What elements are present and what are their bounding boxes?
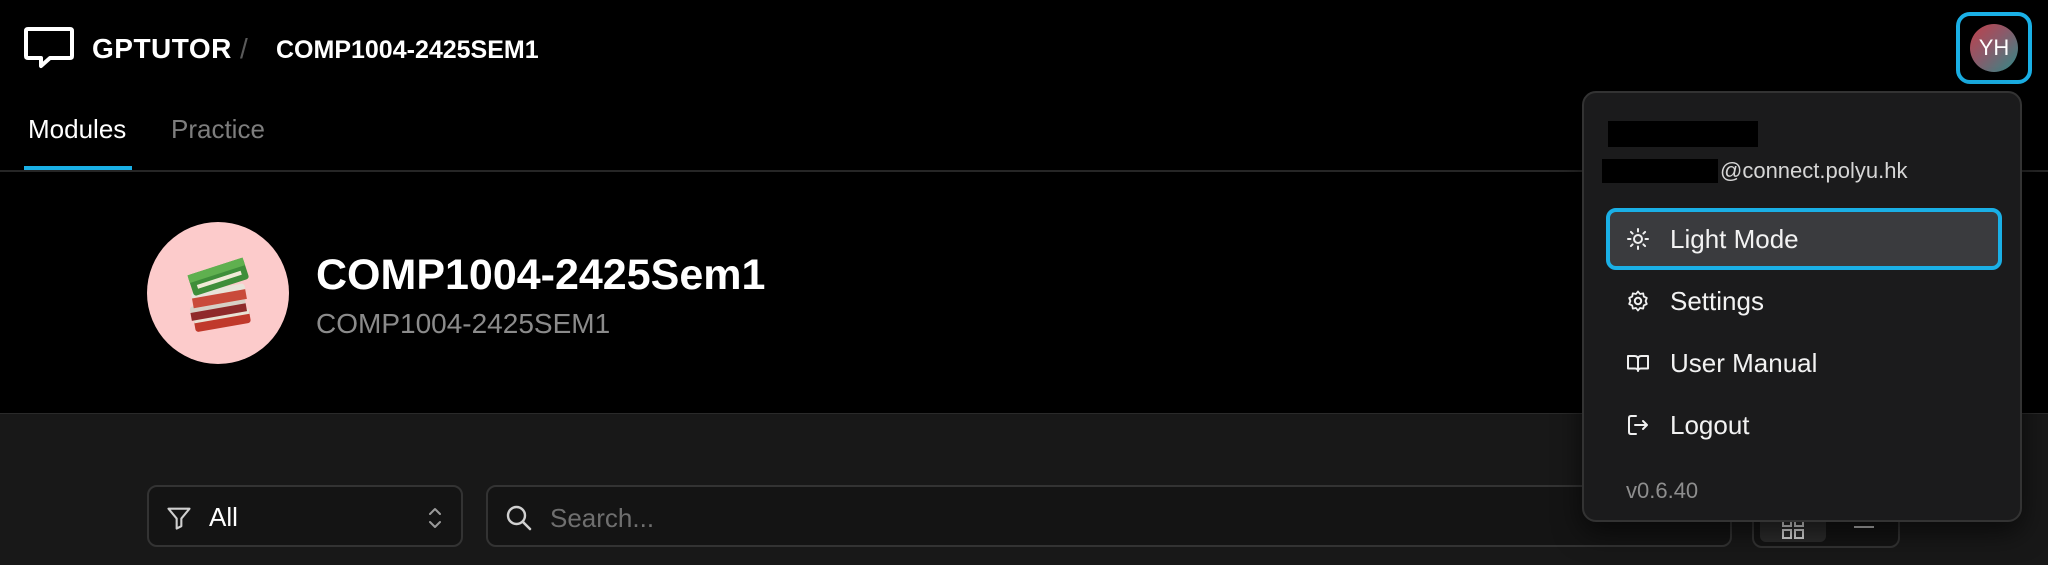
menu-item-label: Settings (1670, 286, 1764, 316)
chevron-up-down-icon (429, 508, 441, 528)
menu-item-logout[interactable]: Logout (1606, 394, 2002, 456)
search-input[interactable] (548, 495, 1652, 541)
brand-name[interactable]: GPTUTOR (92, 30, 232, 68)
user-menu: @connect.polyu.hk Light Mode Settings Us… (1582, 91, 2022, 522)
filter-icon (167, 507, 191, 530)
menu-item-user-manual[interactable]: User Manual (1606, 332, 2002, 394)
breadcrumb-course[interactable]: COMP1004-2425SEM1 (276, 32, 539, 68)
filter-select[interactable]: All (147, 485, 463, 547)
sun-icon (1627, 228, 1649, 250)
menu-item-light-mode[interactable]: Light Mode (1606, 208, 2002, 270)
course-title: COMP1004-2425Sem1 (316, 251, 766, 299)
tab-modules[interactable]: Modules (28, 112, 126, 146)
avatar: YH (1970, 24, 2018, 72)
menu-item-label: Logout (1670, 410, 1750, 440)
breadcrumb-separator: / (240, 33, 248, 64)
menu-item-settings[interactable]: Settings (1606, 270, 2002, 332)
logo-icon[interactable] (24, 26, 74, 72)
filter-value: All (209, 502, 238, 532)
user-avatar-button[interactable]: YH (1956, 12, 2032, 84)
course-avatar (147, 222, 289, 364)
redacted-user-name (1608, 121, 1758, 147)
menu-item-label: User Manual (1670, 348, 1818, 378)
search-icon (506, 505, 532, 531)
app-version: v0.6.40 (1626, 478, 1699, 503)
menu-item-label: Light Mode (1670, 224, 1799, 254)
search-box[interactable] (486, 485, 1732, 547)
redacted-email-user (1602, 159, 1718, 183)
books-icon (187, 257, 251, 332)
book-open-icon (1627, 355, 1649, 372)
gear-icon (1628, 290, 1648, 312)
logout-icon (1628, 415, 1648, 435)
user-email-domain: @connect.polyu.hk (1720, 158, 1908, 183)
course-code: COMP1004-2425SEM1 (316, 308, 611, 339)
tab-practice[interactable]: Practice (171, 112, 265, 146)
